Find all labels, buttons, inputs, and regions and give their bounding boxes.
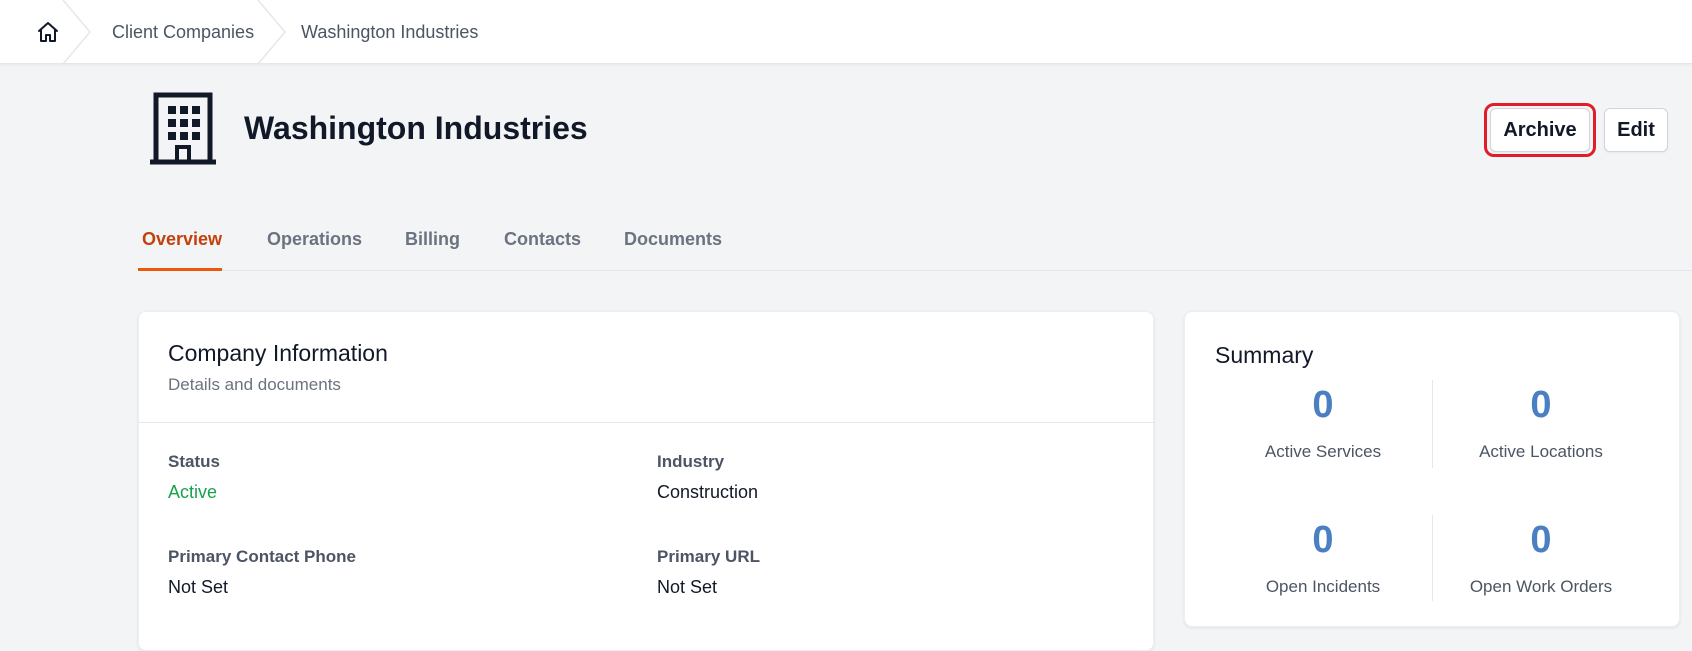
status-value: Active [168, 482, 218, 502]
active-services-count: 0 [1312, 384, 1334, 426]
tab-operations[interactable]: Operations [267, 229, 362, 250]
page-title: Washington Industries [244, 110, 588, 146]
home-icon[interactable] [36, 20, 60, 44]
active-services-label: Active Services [1264, 442, 1382, 461]
card-title: Company Information [168, 340, 388, 366]
chevron-right-icon [257, 0, 286, 64]
open-incidents-label: Open Incidents [1265, 577, 1381, 596]
building-icon [150, 92, 216, 166]
primary-url-label: Primary URL [657, 547, 760, 566]
active-locations-label: Active Locations [1479, 442, 1603, 461]
tab-contacts[interactable]: Contacts [504, 229, 581, 250]
open-incidents-count: 0 [1312, 519, 1334, 561]
primary-contact-phone-value: Not Set [168, 577, 229, 597]
open-work-orders-count: 0 [1530, 519, 1552, 561]
tab-billing[interactable]: Billing [405, 229, 460, 250]
tab-bar: Overview Operations Billing Contacts Doc… [138, 222, 1692, 271]
primary-contact-phone-label: Primary Contact Phone [168, 547, 356, 566]
summary-title: Summary [1215, 342, 1314, 368]
breadcrumb: Client Companies Washington Industries [0, 0, 1692, 64]
chevron-right-icon [62, 0, 91, 64]
archive-button[interactable]: Archive [1490, 108, 1590, 152]
card-subtitle: Details and documents [168, 375, 341, 394]
primary-url-value: Not Set [657, 577, 718, 597]
tab-documents[interactable]: Documents [624, 229, 722, 250]
industry-label: Industry [657, 452, 725, 471]
open-work-orders-label: Open Work Orders [1469, 577, 1613, 596]
status-label: Status [168, 452, 220, 471]
company-information-card: Company Information Details and document… [138, 311, 1155, 651]
summary-card: Summary 0 Active Services 0 Active Locat… [1184, 311, 1680, 627]
breadcrumb-item-client-companies[interactable]: Client Companies [112, 22, 254, 43]
active-locations-count: 0 [1530, 384, 1552, 426]
card-divider [139, 422, 1155, 423]
industry-value: Construction [657, 482, 759, 502]
active-tab-indicator [138, 268, 222, 271]
edit-button[interactable]: Edit [1604, 108, 1668, 152]
tab-overview[interactable]: Overview [142, 229, 222, 250]
breadcrumb-item-current-company[interactable]: Washington Industries [301, 22, 478, 43]
